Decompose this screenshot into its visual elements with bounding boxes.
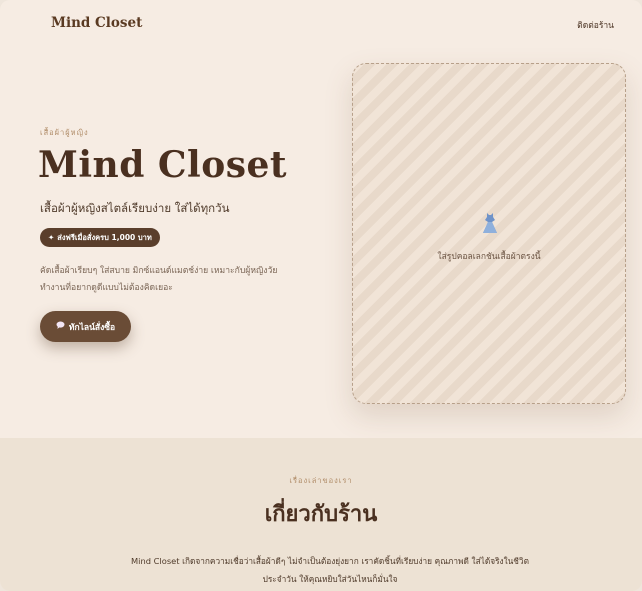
hero-description: คัดเสื้อผ้าเรียบๆ ใส่สบาย มิกซ์แอนด์แมตช… xyxy=(40,266,278,293)
about-title: เกี่ยวกับร้าน xyxy=(264,502,378,527)
photo-placeholder-caption: ใส่รูปคอลเลกชันเสื้อผ้าตรงนี้ xyxy=(437,252,541,262)
page: Mind Closet ติดต่อร้าน เสื้อผ้าผู้หญิง M… xyxy=(0,0,642,591)
about-text: Mind Closet เกิดจากความเชื่อว่าเสื้อผ้าด… xyxy=(131,556,529,584)
line-order-button[interactable]: ทักไลน์สั่งซื้อ xyxy=(40,311,131,342)
about-eyebrow: เรื่องเล่าของเรา xyxy=(289,476,353,485)
hero-eyebrow: เสื้อผ้าผู้หญิง xyxy=(40,128,89,137)
hero-title: Mind Closet xyxy=(38,144,288,186)
top-navigation: Mind Closet ติดต่อร้าน xyxy=(0,0,642,48)
hero-subtitle: เสื้อผ้าผู้หญิงสไตล์เรียบง่าย ใส่ได้ทุกว… xyxy=(40,201,230,215)
free-shipping-badge: ✦ ส่งฟรีเมื่อสั่งครบ 1,000 บาท xyxy=(40,228,160,247)
brand-logo[interactable]: Mind Closet xyxy=(51,15,142,31)
sparkle-icon: ✦ xyxy=(48,233,55,242)
promo-badge-label: ส่งฟรีเมื่อสั่งครบ 1,000 บาท xyxy=(57,232,152,242)
line-order-label: ทักไลน์สั่งซื้อ xyxy=(68,322,116,333)
dress-icon xyxy=(481,212,499,234)
collection-photo-placeholder: ใส่รูปคอลเลกชันเสื้อผ้าตรงนี้ xyxy=(352,63,626,404)
about-section: เรื่องเล่าของเรา เกี่ยวกับร้าน Mind Clos… xyxy=(0,438,642,591)
contact-link[interactable]: ติดต่อร้าน xyxy=(577,18,614,32)
speech-bubble-icon xyxy=(56,321,65,332)
